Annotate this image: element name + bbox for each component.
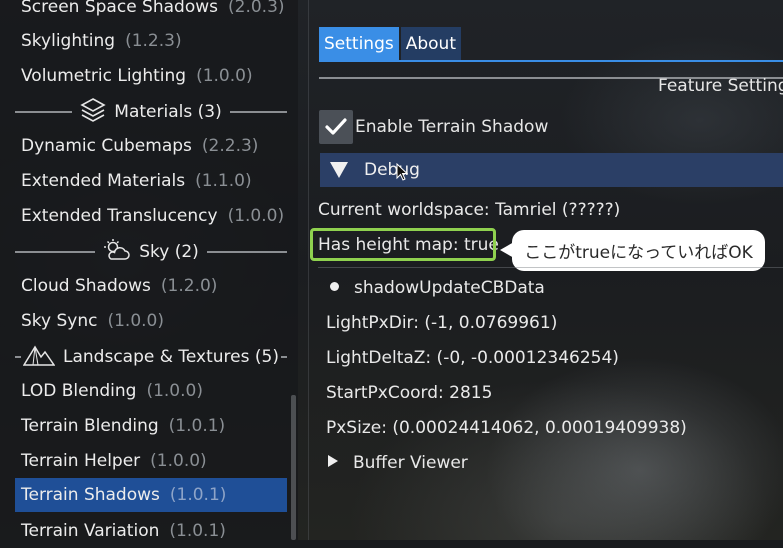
sidebar-item-terrain-variation[interactable]: Terrain Variation (1.0.1) [15,514,287,548]
sidebar-item-lod-blending[interactable]: LOD Blending (1.0.0) [15,374,287,408]
sidebar-item-version: (1.0.0) [107,311,164,331]
sidebar-item-label: Sky Sync [21,311,98,331]
sidebar-item-terrain-blending[interactable]: Terrain Blending (1.0.1) [15,409,287,443]
sidebar-item-version: (1.2.3) [125,31,182,51]
sidebar-item-dynamic-cubemaps[interactable]: Dynamic Cubemaps (2.2.3) [15,129,287,163]
tree-node-label: Buffer Viewer [353,453,468,473]
sidebar-item-label: LOD Blending [21,381,137,401]
px-size-text: PxSize: (0.00024414062, 0.00019409938) [326,418,687,438]
light-delta-z-text: LightDeltaZ: (-0, -0.00012346254) [326,348,619,368]
debug-divider [318,267,783,268]
sidebar-item-version: (1.0.0) [146,381,203,401]
sun-cloud-icon [103,238,131,267]
sidebar-item-skylighting[interactable]: Skylighting (1.2.3) [15,24,287,58]
sidebar-item-version: (1.0.0) [196,66,253,86]
category-label: Materials (3) [114,102,222,122]
light-px-dir-text: LightPxDir: (-1, 0.0769961) [326,313,558,333]
sidebar-scrollbar[interactable] [291,395,296,540]
sidebar-item-version: (2.2.3) [201,136,259,156]
sidebar-item-terrain-helper[interactable]: Terrain Helper (1.0.0) [15,444,287,478]
tab-settings[interactable]: Settings [319,27,399,60]
shadow-update-tree-node[interactable]: shadowUpdateCBData [330,278,545,298]
enable-terrain-shadow-label: Enable Terrain Shadow [355,117,549,137]
sidebar-item-version: (1.0.1) [169,521,226,541]
start-px-coord-text: StartPxCoord: 2815 [326,383,493,403]
enable-terrain-shadow-checkbox[interactable] [319,110,353,144]
materials-layers-icon [80,97,106,128]
tab-about[interactable]: About [400,27,461,60]
category-label: Sky (2) [139,242,199,262]
sidebar-item-version: (1.0.0) [150,451,207,471]
sidebar-item-version: (1.0.1) [168,416,226,436]
sidebar-item-terrain-shadows[interactable]: Terrain Shadows (1.0.1) [15,478,287,512]
tab-bar: Settings About [319,27,461,60]
debug-collapsing-header[interactable]: Debug [320,153,783,187]
sidebar-item-sky-sync[interactable]: Sky Sync (1.0.0) [15,304,287,338]
tree-node-label: shadowUpdateCBData [354,278,545,298]
sidebar-item-label: Skylighting [21,31,116,51]
current-worldspace-text: Current worldspace: Tamriel (?????) [318,200,621,220]
enable-terrain-shadow-row[interactable]: Enable Terrain Shadow [319,110,548,144]
sidebar-item-volumetric-lighting[interactable]: Volumetric Lighting (1.0.0) [15,59,287,93]
category-divider [15,111,72,113]
feature-list-panel: Screen Space Shadows (2.0.3) Skylighting… [0,0,298,541]
tab-underline [319,60,783,62]
sidebar-item-label: Terrain Shadows [21,485,160,505]
buffer-viewer-tree-node[interactable]: Buffer Viewer [328,453,468,473]
sidebar-item-screen-space-shadows[interactable]: Screen Space Shadows (2.0.3) [15,0,287,24]
category-label: Landscape & Textures (5) [63,347,279,367]
sidebar-item-version: (1.2.0) [160,276,218,296]
checkmark-icon [325,118,347,135]
sidebar-item-cloud-shadows[interactable]: Cloud Shadows (1.2.0) [15,269,287,303]
bullet-icon [330,281,339,291]
sidebar-item-label: Extended Translucency [21,206,218,226]
sidebar-item-version: (1.1.0) [195,171,252,191]
annotation-callout: ここがtrueになっていればOK [512,230,765,271]
sidebar-item-version: (1.0.1) [169,485,227,505]
sidebar-item-label: Terrain Blending [21,416,159,436]
sidebar-item-label: Cloud Shadows [21,276,151,296]
sidebar-item-extended-translucency[interactable]: Extended Translucency (1.0.0) [15,199,287,233]
category-divider [207,251,287,253]
category-landscape-textures: Landscape & Textures (5) [15,340,287,374]
sidebar-item-extended-materials[interactable]: Extended Materials (1.1.0) [15,164,287,198]
category-sky: Sky (2) [15,235,287,269]
mouse-cursor-icon [396,163,408,181]
sidebar-item-version: (2.0.3) [228,0,285,17]
sidebar-item-version: (1.0.0) [227,206,285,226]
debug-header-label: Debug [364,160,420,180]
sidebar-item-label: Terrain Variation [21,521,160,541]
feature-settings-title: Feature Settings [658,76,783,96]
category-materials: Materials (3) [15,95,287,129]
sidebar-item-label: Volumetric Lighting [21,66,187,86]
triangle-right-icon [328,455,338,467]
category-divider [15,251,95,253]
sidebar-item-label: Dynamic Cubemaps [21,136,192,156]
annotation-highlight-box [310,228,496,261]
sidebar-item-label: Terrain Helper [21,451,141,471]
sidebar-item-label: Extended Materials [21,171,186,191]
triangle-down-icon [330,162,348,178]
sidebar-item-label: Screen Space Shadows [21,0,218,17]
category-divider [230,111,287,113]
mountain-icon [22,343,56,372]
